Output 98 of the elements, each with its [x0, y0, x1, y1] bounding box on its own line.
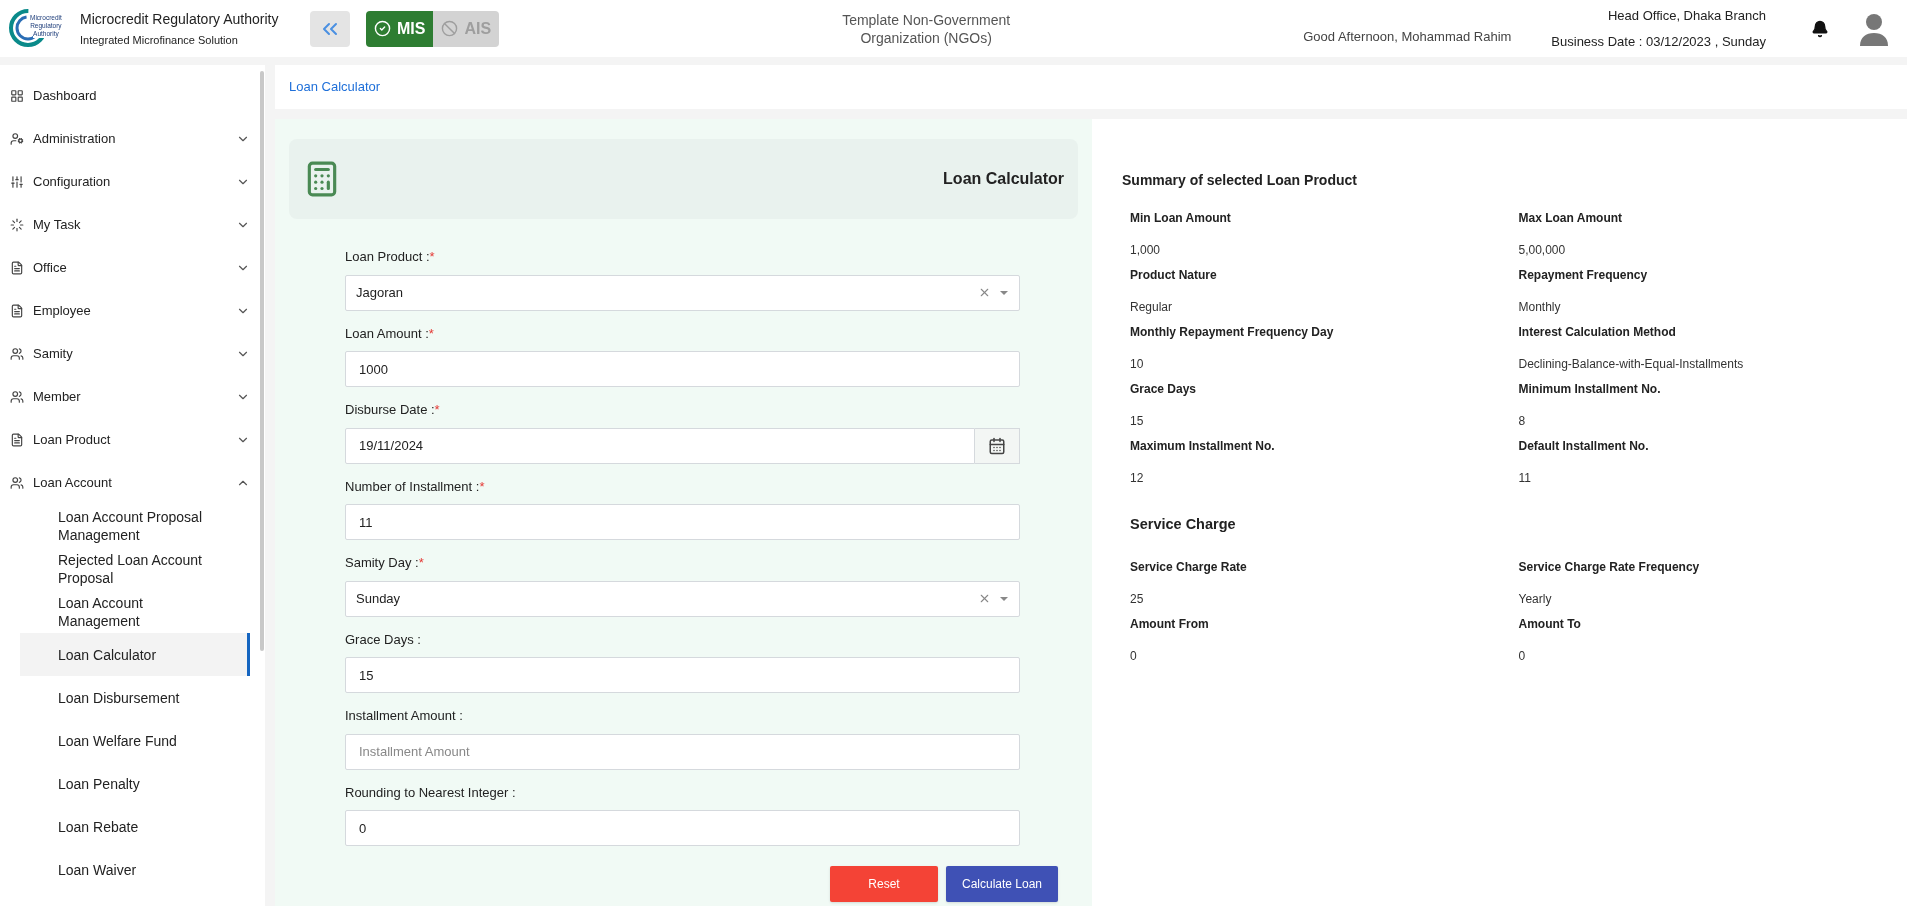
field-label: Number of Installment :* [345, 477, 486, 496]
summary-label: Amount From [1130, 615, 1210, 633]
sidebar-item[interactable]: My Task [10, 203, 250, 246]
field-label: Installment Amount : [345, 707, 464, 725]
calendar-button[interactable] [975, 427, 1020, 464]
input-field[interactable]: 1000 [345, 351, 1020, 387]
field-label: Loan Product :* [345, 248, 436, 266]
input-field[interactable]: 0 [345, 810, 1020, 846]
sidebar-subitem[interactable]: Loan Disbursement [20, 676, 250, 719]
dropdown-caret-icon [999, 289, 1009, 296]
field-label: Samity Day :* [345, 554, 425, 572]
summary-value: 10 [1130, 356, 1145, 373]
select-field[interactable]: Sunday [345, 580, 1020, 617]
summary-label: Service Charge Rate Frequency [1518, 558, 1701, 576]
app-subtitle: Integrated Microfinance Solution [80, 32, 239, 48]
summary-label: Min Loan Amount [1130, 210, 1232, 227]
summary-value: 25 [1130, 590, 1145, 608]
summary-value: 0 [1518, 647, 1527, 665]
summary-value: Declining-Balance-with-Equal-Installments [1518, 356, 1745, 373]
summary-label: Service Charge Rate [1130, 558, 1248, 576]
summary-value: 5,00,000 [1518, 242, 1567, 259]
sidebar-subitem[interactable]: Loan Account Proposal Management [20, 504, 250, 547]
select-field[interactable]: Jagoran [345, 274, 1020, 311]
sidebar-subitem[interactable]: Loan Welfare Fund [20, 719, 250, 762]
summary-value: Yearly [1518, 590, 1553, 608]
app-title: Microcredit Regulatory Authority [80, 9, 279, 29]
sidebar-subitem[interactable]: Loan Penalty [20, 762, 250, 805]
service-charge-title: Service Charge [1129, 515, 1237, 534]
summary-label: Default Installment No. [1518, 438, 1650, 455]
summary-label: Grace Days [1130, 381, 1198, 398]
sidebar-subitem[interactable]: Loan Calculator [20, 633, 250, 676]
summary-label: Repayment Frequency [1518, 267, 1649, 284]
summary-value: Monthly [1518, 299, 1562, 316]
summary-label: Monthly Repayment Frequency Day [1130, 324, 1335, 341]
sidebar-subitem[interactable]: Loan Account Management [20, 590, 250, 633]
sidebar-item[interactable]: Office [10, 246, 250, 289]
summary-label: Product Nature [1130, 267, 1218, 284]
breadcrumb-link[interactable]: Loan Calculator [289, 77, 381, 97]
users-icon [10, 346, 24, 361]
users-icon [10, 475, 24, 490]
input-field[interactable]: 15 [345, 657, 1020, 693]
summary-value: Regular [1130, 299, 1174, 316]
calculate-button[interactable]: Calculate Loan [946, 866, 1058, 902]
sidebar-item[interactable]: Employee [10, 289, 250, 332]
reset-button[interactable]: Reset [830, 866, 938, 902]
calendar-icon [988, 436, 1006, 455]
sidebar-subitem[interactable]: Loan Rebate [20, 805, 250, 848]
input-field[interactable]: Installment Amount [345, 733, 1020, 770]
summary-label: Amount To [1518, 615, 1582, 633]
greeting-text: Good Afternoon, Mohammad Rahim [1303, 27, 1512, 46]
summary-value: 1,000 [1130, 242, 1162, 259]
sidebar-item[interactable]: Configuration [10, 160, 250, 203]
input-field[interactable]: 11 [345, 504, 1020, 540]
circle-icon [10, 217, 24, 232]
summary-value: 0 [1130, 647, 1138, 665]
grid-icon [10, 88, 24, 103]
user-icon [10, 131, 24, 146]
field-label: Disburse Date :* [345, 401, 441, 419]
scrollbar[interactable] [260, 71, 264, 651]
sidebar-item[interactable]: Dashboard [10, 74, 250, 117]
sliders-icon [10, 174, 24, 189]
document-icon [10, 432, 24, 447]
sidebar-subitem[interactable]: Rejected Loan Account Proposal [20, 547, 250, 590]
sidebar-item[interactable]: Loan Product [10, 418, 250, 461]
clear-icon[interactable] [978, 286, 991, 299]
summary-title: Summary of selected Loan Product [1122, 171, 1358, 190]
sidebar-item[interactable]: Samity [10, 332, 250, 375]
clear-icon[interactable] [978, 592, 991, 605]
collapse-sidebar-button[interactable] [310, 10, 350, 47]
ban-icon [441, 20, 459, 37]
sidebar-item[interactable]: Administration [10, 117, 250, 160]
users-icon [10, 389, 24, 404]
document-icon [10, 260, 24, 275]
sidebar-item[interactable]: Loan Account [10, 461, 250, 504]
field-label: Loan Amount :* [345, 324, 435, 343]
summary-label: Maximum Installment No. [1130, 438, 1276, 455]
business-date: Business Date : 03/12/2023 , Sunday [1551, 32, 1766, 51]
organization-name: Template Non-Government Organization (NGOs) [841, 10, 1012, 47]
document-icon [10, 303, 24, 318]
notification-bell-icon[interactable] [1811, 19, 1829, 38]
summary-label: Minimum Installment No. [1518, 381, 1662, 398]
dropdown-caret-icon [999, 595, 1009, 602]
field-label: Rounding to Nearest Integer : [345, 783, 517, 802]
summary-value: 8 [1518, 413, 1527, 430]
avatar-silhouette-icon[interactable] [1859, 11, 1889, 46]
summary-label: Interest Calculation Method [1518, 324, 1677, 341]
branch-name: Head Office, Dhaka Branch [1608, 7, 1766, 25]
form-title: Loan Calculator [943, 169, 1064, 189]
summary-value: 12 [1130, 470, 1145, 487]
summary-value: 11 [1518, 470, 1532, 487]
module-tab[interactable]: MIS [366, 10, 434, 47]
summary-value: 15 [1130, 413, 1145, 430]
summary-label: Max Loan Amount [1518, 210, 1624, 227]
date-field[interactable]: 19/11/2024 [345, 427, 975, 464]
field-label: Grace Days : [345, 630, 422, 649]
sidebar-item[interactable]: Member [10, 375, 250, 418]
check-circle-icon [374, 20, 391, 37]
sidebar-subitem[interactable]: Loan Waiver [20, 848, 250, 891]
